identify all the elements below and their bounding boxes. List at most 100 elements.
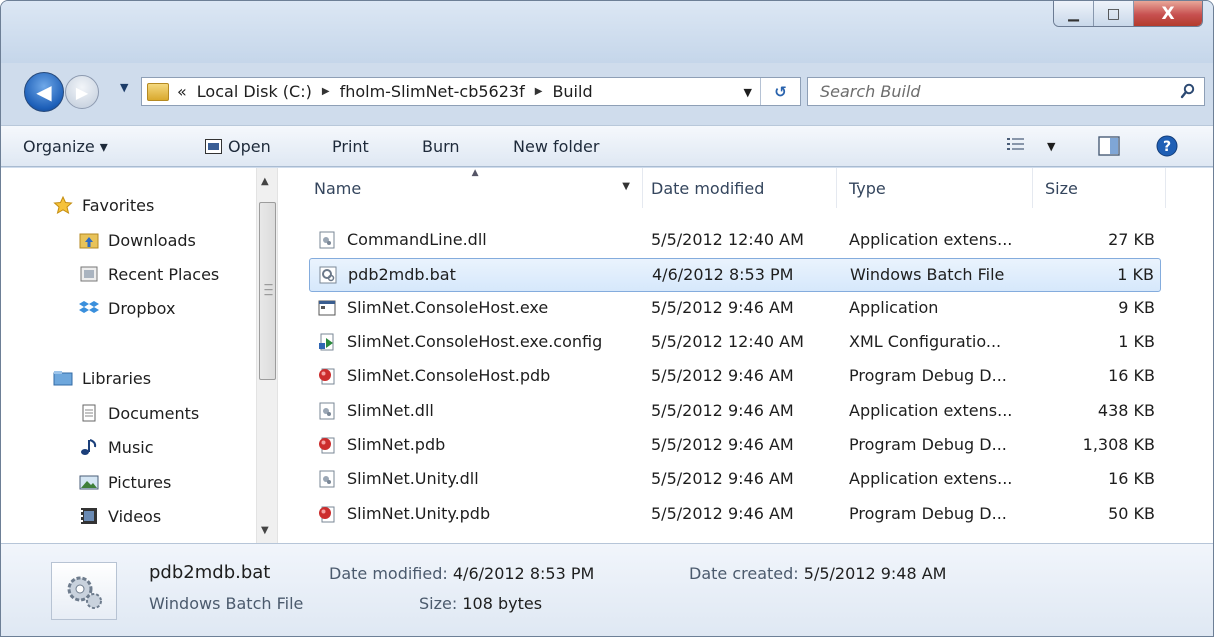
organize-button[interactable]: Organize ▾ [23, 137, 108, 156]
file-size: 438 KB [1097, 401, 1155, 420]
file-date: 5/5/2012 9:46 AM [651, 504, 794, 523]
date-modified-label: Date modified: [329, 564, 448, 583]
recent-pages-dropdown[interactable]: ▼ [120, 81, 128, 94]
change-view-button[interactable] [1006, 136, 1026, 158]
nav-music-label: Music [108, 437, 154, 457]
breadcrumb-chevron-icon[interactable]: ▶ [322, 86, 330, 97]
view-dropdown-icon[interactable]: ▼ [1047, 140, 1055, 153]
scroll-down-icon[interactable]: ▼ [261, 525, 269, 536]
file-name: CommandLine.dll [347, 230, 487, 249]
file-row[interactable]: SlimNet.ConsoleHost.pdb 5/5/2012 9:46 AM… [309, 360, 1161, 394]
file-name: SlimNet.pdb [347, 435, 446, 454]
navigation-scrollbar[interactable]: ▲ — — — ▼ [256, 168, 278, 543]
details-pane: pdb2mdb.bat Windows Batch File Date modi… [1, 543, 1213, 636]
sort-ascending-icon: ▲ [471, 168, 479, 178]
file-type: Application extens... [849, 401, 1013, 420]
pdb-icon [319, 437, 335, 454]
refresh-icon: ↺ [774, 82, 787, 101]
file-name: SlimNet.Unity.dll [347, 469, 479, 488]
file-date: 5/5/2012 9:46 AM [651, 298, 794, 317]
scroll-up-icon[interactable]: ▲ [261, 176, 269, 187]
refresh-button[interactable]: ↺ [760, 78, 800, 105]
new-folder-button[interactable]: New folder [513, 137, 599, 156]
column-header-type[interactable]: Type [837, 168, 1033, 208]
column-header-size[interactable]: Size [1033, 168, 1166, 208]
file-row[interactable]: SlimNet.pdb 5/5/2012 9:46 AM Program Deb… [309, 429, 1161, 463]
pdb-icon [319, 506, 335, 523]
libraries-icon [53, 371, 73, 386]
videos-icon [81, 508, 97, 524]
dropbox-icon [79, 301, 99, 313]
minimize-button[interactable]: ▁ [1054, 1, 1094, 26]
preview-pane-button[interactable] [1098, 136, 1120, 160]
close-button[interactable]: X [1134, 1, 1202, 26]
nav-recent-places[interactable]: Recent Places [79, 260, 219, 288]
dll-icon [319, 402, 335, 420]
file-list: Name ▲ ▼ Date modified Type Size Command… [281, 168, 1213, 543]
nav-pictures[interactable]: Pictures [79, 468, 171, 496]
file-row-selected[interactable]: pdb2mdb.bat 4/6/2012 8:53 PM Windows Bat… [309, 258, 1161, 292]
address-bar[interactable]: « Local Disk (C:) ▶ fholm-SlimNet-cb5623… [141, 77, 801, 106]
search-input[interactable]: Search Build [807, 77, 1205, 106]
nav-recent-places-label: Recent Places [108, 264, 220, 284]
scrollbar-thumb[interactable]: — — — [259, 202, 276, 380]
file-row[interactable]: SlimNet.Unity.pdb 5/5/2012 9:46 AM Progr… [309, 498, 1161, 532]
breadcrumb-overflow[interactable]: « [177, 82, 187, 101]
nav-dropbox[interactable]: Dropbox [79, 294, 175, 322]
file-type: Application [849, 298, 939, 317]
nav-videos[interactable]: Videos [79, 502, 161, 530]
print-button[interactable]: Print [332, 137, 369, 156]
back-button[interactable]: ◀ [24, 72, 64, 112]
forward-button[interactable]: ▶ [65, 75, 99, 109]
pictures-icon [79, 475, 99, 490]
file-row[interactable]: SlimNet.Unity.dll 5/5/2012 9:46 AM Appli… [309, 463, 1161, 497]
column-filter-dropdown-icon[interactable]: ▼ [622, 181, 630, 192]
nav-documents[interactable]: Documents [79, 399, 199, 427]
breadcrumb-local-disk[interactable]: Local Disk (C:) [197, 82, 312, 101]
file-size: 27 KB [1108, 230, 1155, 249]
column-header-name[interactable]: Name ▲ ▼ [287, 168, 643, 208]
back-arrow-icon: ◀ [36, 80, 52, 104]
column-header-date[interactable]: Date modified [643, 168, 837, 208]
breadcrumb-build[interactable]: Build [552, 82, 592, 101]
size-label: Size: [419, 594, 458, 613]
file-type: Windows Batch File [850, 265, 1005, 284]
nav-music[interactable]: Music [79, 433, 154, 461]
file-row[interactable]: SlimNet.ConsoleHost.exe 5/5/2012 9:46 AM… [309, 292, 1161, 326]
recent-places-icon [80, 266, 98, 282]
open-button[interactable]: Open [205, 137, 271, 156]
details-size: Size: 108 bytes [419, 594, 542, 613]
music-icon [81, 439, 97, 455]
file-name: SlimNet.ConsoleHost.pdb [347, 366, 551, 385]
search-icon[interactable] [1180, 83, 1196, 99]
file-size: 16 KB [1108, 366, 1155, 385]
nav-downloads[interactable]: Downloads [79, 226, 196, 254]
breadcrumb-chevron-icon[interactable]: ▶ [535, 86, 543, 97]
address-dropdown-icon[interactable]: ▼ [744, 86, 752, 99]
caption-buttons: ▁ □ X [1053, 1, 1203, 27]
documents-icon [82, 404, 96, 422]
burn-button[interactable]: Burn [422, 137, 460, 156]
help-button[interactable]: ? [1156, 135, 1178, 161]
nav-pictures-label: Pictures [108, 472, 172, 492]
nav-favorites[interactable]: Favorites [53, 191, 154, 219]
size-value: 108 bytes [462, 594, 543, 613]
date-modified-value: 4/6/2012 8:53 PM [452, 564, 595, 583]
title-bar: ▁ □ X [1, 1, 1213, 63]
file-size: 16 KB [1108, 469, 1155, 488]
file-row[interactable]: SlimNet.dll 5/5/2012 9:46 AM Application… [309, 395, 1161, 429]
file-name: pdb2mdb.bat [348, 265, 456, 284]
nav-dropbox-label: Dropbox [108, 298, 176, 318]
content-area: Favorites Downloads Recent Places Dropbo… [1, 168, 1213, 543]
file-date: 5/5/2012 9:46 AM [651, 469, 794, 488]
file-date: 5/5/2012 9:46 AM [651, 366, 794, 385]
breadcrumb-slimnet-folder[interactable]: fholm-SlimNet-cb5623f [340, 82, 525, 101]
file-type: Program Debug D... [849, 366, 1007, 385]
file-name: SlimNet.Unity.pdb [347, 504, 491, 523]
file-row[interactable]: SlimNet.ConsoleHost.exe.config 5/5/2012 … [309, 326, 1161, 360]
nav-libraries[interactable]: Libraries [53, 364, 151, 392]
maximize-button[interactable]: □ [1094, 1, 1134, 26]
svg-text:?: ? [1163, 139, 1171, 155]
details-file-name: pdb2mdb.bat [149, 562, 271, 583]
file-row[interactable]: CommandLine.dll 5/5/2012 12:40 AM Applic… [309, 224, 1161, 258]
